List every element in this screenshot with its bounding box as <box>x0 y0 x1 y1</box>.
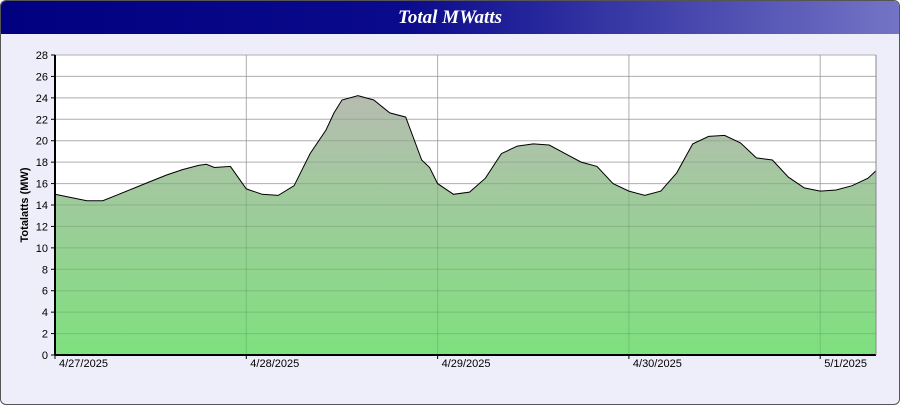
y-tick-label: 16 <box>36 179 48 191</box>
y-tick-label: 24 <box>36 93 48 105</box>
y-tick-label: 12 <box>36 221 48 233</box>
x-tick-label: 4/27/2025 <box>59 358 108 370</box>
x-tick-label: 4/28/2025 <box>250 358 299 370</box>
y-tick-label: 20 <box>36 136 48 148</box>
x-tick-label: 4/29/2025 <box>442 358 491 370</box>
y-tick-label: 28 <box>36 50 48 62</box>
y-tick-label: 0 <box>42 350 48 362</box>
x-tick-label: 4/30/2025 <box>633 358 682 370</box>
y-tick-label: 10 <box>36 243 48 255</box>
y-tick-label: 14 <box>36 200 48 212</box>
y-tick-labels: 0246810121416182022242628 <box>36 50 55 362</box>
y-tick-label: 26 <box>36 71 48 83</box>
chart-svg: 0246810121416182022242628 4/27/2025 4/28/… <box>19 50 877 370</box>
y-tick-label: 18 <box>36 157 48 169</box>
y-axis-label: Totalatts (MW) <box>19 167 31 242</box>
x-tick-label: 5/1/2025 <box>824 358 867 370</box>
y-tick-label: 6 <box>42 286 48 298</box>
y-tick-label: 2 <box>42 329 48 341</box>
y-tick-label: 8 <box>42 264 48 276</box>
x-tick-labels: 4/27/2025 4/28/2025 4/29/2025 4/30/2025 5/1/… <box>54 355 867 370</box>
y-tick-label: 22 <box>36 114 48 126</box>
y-tick-label: 4 <box>42 307 48 319</box>
